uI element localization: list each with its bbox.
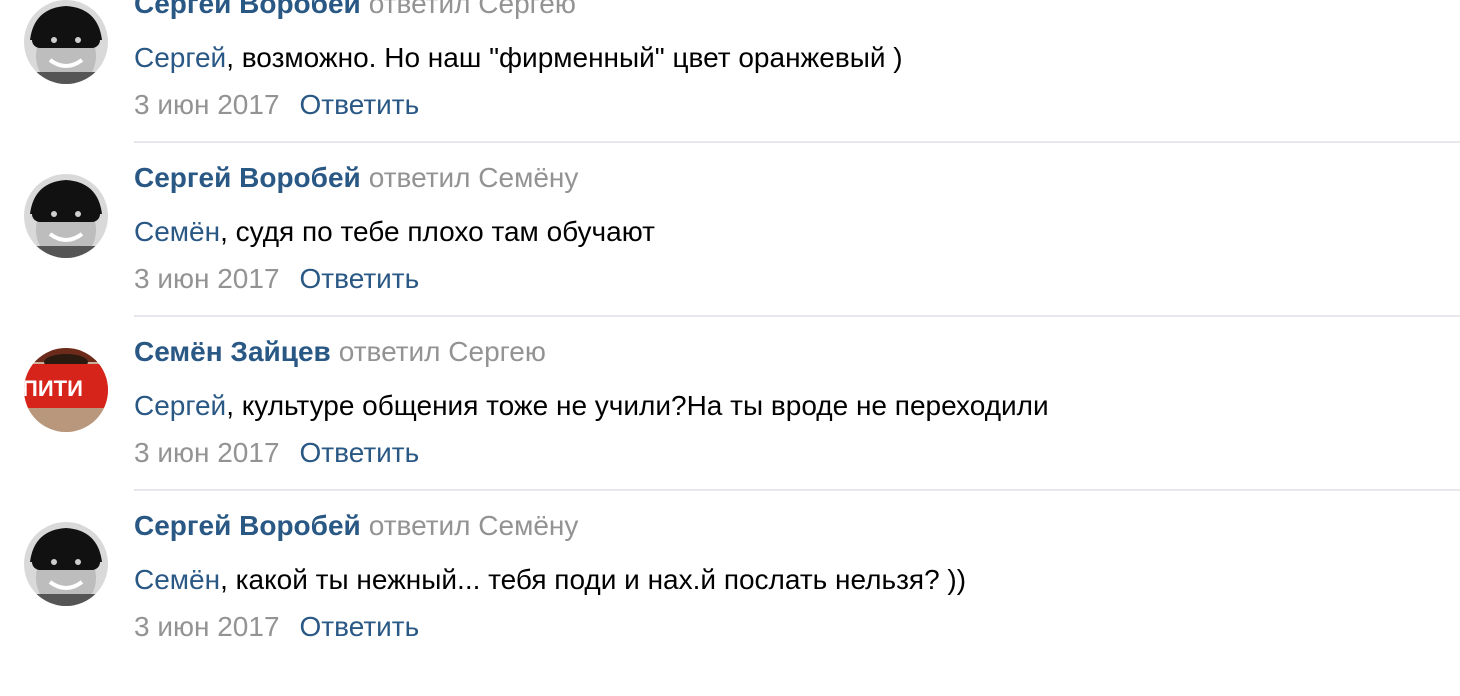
- replied-to-link[interactable]: ответил Сергею: [339, 336, 546, 367]
- divider: [134, 489, 1460, 491]
- masked-man-avatar-icon: [24, 522, 108, 606]
- comment-meta: 3 июн 2017 Ответить: [134, 610, 419, 644]
- comment-header: Сергей Воробей ответил Семёну: [134, 161, 578, 195]
- mention-link[interactable]: Сергей: [134, 42, 226, 73]
- divider: [134, 315, 1460, 317]
- mention-link[interactable]: Семён: [134, 564, 220, 595]
- avatar[interactable]: [24, 174, 108, 258]
- comment-header: Семён Зайцев ответил Сергею: [134, 335, 546, 369]
- comment-date[interactable]: 3 июн 2017: [134, 89, 280, 120]
- comment-item: ПИТИ Семён Зайцев ответил Сергею Сергей, …: [0, 336, 1460, 522]
- author-link[interactable]: Семён Зайцев: [134, 336, 331, 367]
- avatar[interactable]: [24, 0, 108, 84]
- comment-date[interactable]: 3 июн 2017: [134, 611, 280, 642]
- mention-link[interactable]: Сергей: [134, 390, 226, 421]
- masked-man-avatar-icon: [24, 174, 108, 258]
- comment-body: , судя по тебе плохо там обучают: [220, 216, 655, 247]
- reply-button[interactable]: Ответить: [300, 611, 420, 642]
- comment-meta: 3 июн 2017 Ответить: [134, 88, 419, 122]
- reply-button[interactable]: Ответить: [300, 89, 420, 120]
- replied-to-link[interactable]: ответил Семёну: [369, 162, 579, 193]
- comment-header: Сергей Воробей ответил Сергею: [134, 0, 576, 21]
- comment-item: Сергей Воробей ответил Сергею Сергей, воз…: [0, 0, 1460, 174]
- comment-text: Сергей, возможно. Но наш "фирменный" цве…: [134, 40, 903, 76]
- comment-meta: 3 июн 2017 Ответить: [134, 436, 419, 470]
- comment-body: , возможно. Но наш "фирменный" цвет оран…: [226, 42, 903, 73]
- comment-text: Сергей, культуре общения тоже не учили?Н…: [134, 388, 1049, 424]
- avatar[interactable]: [24, 522, 108, 606]
- author-link[interactable]: Сергей Воробей: [134, 510, 361, 541]
- comment-text: Семён, судя по тебе плохо там обучают: [134, 214, 655, 250]
- comment-meta: 3 июн 2017 Ответить: [134, 262, 419, 296]
- comment-item: Сергей Воробей ответил Семёну Семён, судя…: [0, 162, 1460, 348]
- comment-item: Сергей Воробей ответил Семёну Семён, како…: [0, 510, 1460, 696]
- masked-man-avatar-icon: [24, 0, 108, 84]
- comment-date[interactable]: 3 июн 2017: [134, 263, 280, 294]
- comment-header: Сергей Воробей ответил Семёну: [134, 509, 578, 543]
- comment-text: Семён, какой ты нежный... тебя поди и на…: [134, 562, 966, 598]
- comment-date[interactable]: 3 июн 2017: [134, 437, 280, 468]
- author-link[interactable]: Сергей Воробей: [134, 162, 361, 193]
- comment-body: , какой ты нежный... тебя поди и нах.й п…: [220, 564, 967, 595]
- comment-body: , культуре общения тоже не учили?На ты в…: [226, 390, 1049, 421]
- piti-logo-avatar-icon: ПИТИ: [24, 348, 108, 432]
- reply-button[interactable]: Ответить: [300, 437, 420, 468]
- replied-to-link[interactable]: ответил Семёну: [369, 510, 579, 541]
- author-link[interactable]: Сергей Воробей: [134, 0, 361, 19]
- avatar[interactable]: ПИТИ: [24, 348, 108, 432]
- divider: [134, 141, 1460, 143]
- reply-button[interactable]: Ответить: [300, 263, 420, 294]
- avatar-logo-text: ПИТИ: [24, 376, 83, 401]
- replied-to-link[interactable]: ответил Сергею: [369, 0, 576, 19]
- mention-link[interactable]: Семён: [134, 216, 220, 247]
